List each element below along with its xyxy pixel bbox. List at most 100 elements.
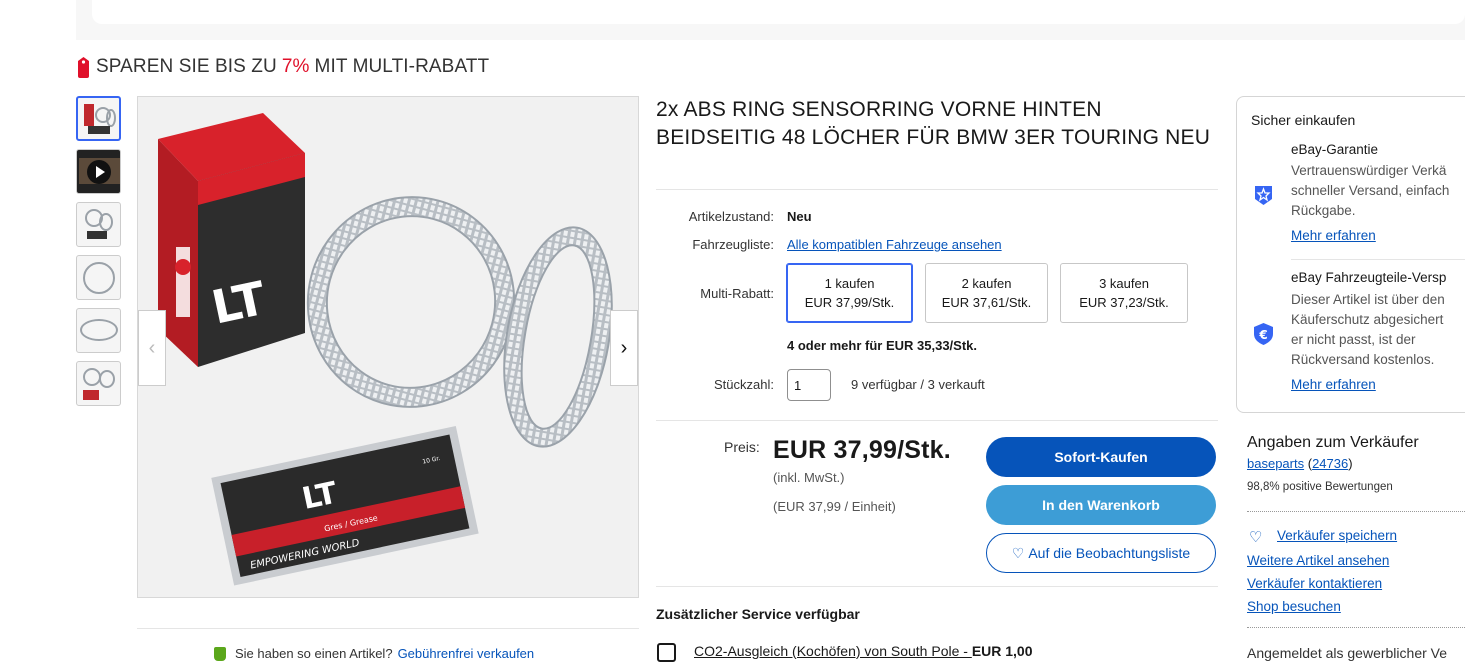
visit-shop-link[interactable]: Shop besuchen [1247, 599, 1341, 614]
divider [1247, 627, 1465, 628]
availability-text: 9 verfügbar / 3 verkauft [851, 377, 985, 392]
previous-image-button[interactable]: ‹ [138, 310, 166, 386]
heart-icon[interactable]: ♡ [1249, 528, 1262, 546]
promo-percent: 7% [281, 56, 310, 77]
watchlist-label: Auf die Beobachtungsliste [1028, 545, 1191, 561]
parts-line-1: Dieser Artikel ist über den [1291, 292, 1445, 307]
parts-more-link[interactable]: Mehr erfahren [1291, 377, 1376, 392]
parts-line-2: Käuferschutz abgesichert [1291, 312, 1444, 327]
add-to-cart-button[interactable]: In den Warenkorb [986, 485, 1216, 525]
divider [656, 420, 1218, 421]
price-label: Preis: [724, 439, 760, 455]
contact-seller-link[interactable]: Verkäufer kontaktieren [1247, 576, 1382, 591]
promo-suffix: MIT MULTI-RABATT [314, 56, 490, 77]
multi-option-price: EUR 37,23/Stk. [1079, 295, 1169, 310]
multi-option-1[interactable]: 1 kaufen EUR 37,99/Stk. [786, 263, 913, 323]
parts-line-3: er nicht passt, ist der [1291, 332, 1416, 347]
thumb-ring-icon [83, 262, 115, 294]
multi-discount-more: 4 oder mehr für EUR 35,33/Stk. [787, 338, 978, 353]
thumb-ring-icon [106, 109, 116, 127]
thumbnail-3[interactable] [76, 202, 121, 247]
shopping-bag-icon [214, 646, 226, 661]
price-value: EUR 37,99/Stk. [773, 436, 951, 464]
thumb-grease-icon [88, 126, 110, 134]
save-seller-link[interactable]: Verkäufer speichern [1277, 528, 1397, 543]
heart-icon: ♡ [1011, 544, 1025, 561]
next-image-button[interactable]: › [610, 310, 638, 386]
thumbnail-video[interactable] [76, 149, 121, 194]
multi-discount-label: Multi-Rabatt: [700, 286, 774, 301]
thumb-ring-icon [99, 213, 113, 231]
multi-option-price: EUR 37,99/Stk. [804, 295, 895, 310]
chevron-right-icon: › [620, 336, 628, 359]
quantity-label: Stückzahl: [714, 377, 774, 392]
vat-note: (inkl. MwSt.) [773, 470, 845, 485]
play-icon [86, 159, 111, 184]
fitment-label: Fahrzeugliste: [692, 237, 774, 252]
guarantee-line-1: Vertrauenswürdiger Verkä [1291, 163, 1447, 178]
promo-prefix: SPAREN SIE BIS ZU [96, 56, 277, 77]
thumbnail-strip [76, 96, 121, 414]
multi-discount-banner: SPAREN SIE BIS ZU 7% MIT MULTI-RABATT [76, 56, 489, 78]
parts-line-4: Rückversand kostenlos. [1291, 352, 1435, 367]
seller-info: baseparts (24736) [1247, 456, 1353, 471]
more-items-link[interactable]: Weitere Artikel ansehen [1247, 553, 1389, 568]
guarantee-line-3: Rückgabe. [1291, 203, 1356, 218]
secure-title: Sicher einkaufen [1251, 112, 1356, 128]
euro-shield-icon: € [1254, 323, 1273, 345]
seller-positive-rating: 98,8% positive Bewertungen [1247, 481, 1393, 493]
quantity-input[interactable] [787, 369, 831, 401]
multi-option-qty: 3 kaufen [1099, 276, 1149, 291]
multi-option-qty: 1 kaufen [824, 276, 875, 291]
co2-label[interactable]: CO2-Ausgleich (Kochöfen) von South Pole … [694, 643, 972, 659]
multi-option-3[interactable]: 3 kaufen EUR 37,23/Stk. [1060, 263, 1188, 323]
multi-option-price: EUR 37,61/Stk. [941, 295, 1032, 310]
product-illustration: LT LT Gres / Grease 10 Gr. EMPOWERING WO… [138, 97, 638, 597]
guarantee-title: eBay-Garantie [1291, 142, 1379, 157]
multi-option-2[interactable]: 2 kaufen EUR 37,61/Stk. [925, 263, 1048, 323]
condition-value: Neu [787, 209, 812, 224]
thumbnail-1[interactable] [76, 96, 121, 141]
divider [1247, 511, 1465, 512]
thumb-grease-icon [87, 231, 107, 239]
sell-similar-note: Sie haben so einen Artikel? Gebührenfrei… [214, 646, 534, 661]
co2-price: EUR 1,00 [971, 643, 1033, 659]
co2-option[interactable]: CO2-Ausgleich (Kochöfen) von South Pole … [694, 643, 1033, 659]
unit-price: (EUR 37,99 / Einheit) [773, 499, 896, 514]
main-product-image[interactable]: LT LT Gres / Grease 10 Gr. EMPOWERING WO… [137, 96, 639, 598]
thumbnail-4[interactable] [76, 255, 121, 300]
multi-option-qty: 2 kaufen [961, 276, 1012, 291]
seller-name-link[interactable]: baseparts [1247, 456, 1304, 471]
divider [1291, 259, 1465, 260]
product-title: 2x ABS RING SENSORRING VORNE HINTEN BEID… [656, 98, 1211, 149]
watchlist-button[interactable]: ♡ Auf die Beobachtungsliste [986, 533, 1216, 573]
guarantee-line-2: schneller Versand, einfach [1291, 183, 1450, 198]
thumb-ring-icon [80, 319, 118, 341]
thumbnail-6[interactable] [76, 361, 121, 406]
services-title: Zusätzlicher Service verfügbar [656, 606, 860, 622]
thumb-box-icon [84, 104, 94, 126]
seller-section-title: Angaben zum Verkäufer [1247, 434, 1419, 451]
chevron-left-icon: ‹ [148, 336, 156, 359]
top-panel-inner [92, 0, 1465, 24]
divider [656, 586, 1218, 587]
buy-now-button[interactable]: Sofort-Kaufen [986, 437, 1216, 477]
divider [656, 189, 1218, 190]
seller-feedback-link[interactable]: 24736 [1312, 456, 1348, 471]
co2-checkbox[interactable] [657, 643, 676, 662]
sell-free-link[interactable]: Gebührenfrei verkaufen [398, 646, 535, 661]
price-tag-icon [78, 56, 89, 78]
thumb-ring-icon [99, 370, 115, 388]
guarantee-more-link[interactable]: Mehr erfahren [1291, 228, 1376, 243]
thumb-box-icon [83, 390, 99, 400]
guarantee-shield-icon [1255, 186, 1272, 205]
parts-protection-title: eBay Fahrzeugteile-Versp [1291, 270, 1447, 285]
compatible-vehicles-link[interactable]: Alle kompatiblen Fahrzeuge ansehen [787, 237, 1002, 252]
divider [137, 628, 639, 629]
seller-type-note: Angemeldet als gewerblicher Ve [1247, 645, 1448, 661]
top-panel [76, 0, 1465, 40]
thumbnail-5[interactable] [76, 308, 121, 353]
condition-label: Artikelzustand: [688, 209, 774, 224]
svg-text:€: € [1258, 328, 1267, 342]
sell-note-text: Sie haben so einen Artikel? [235, 646, 393, 661]
